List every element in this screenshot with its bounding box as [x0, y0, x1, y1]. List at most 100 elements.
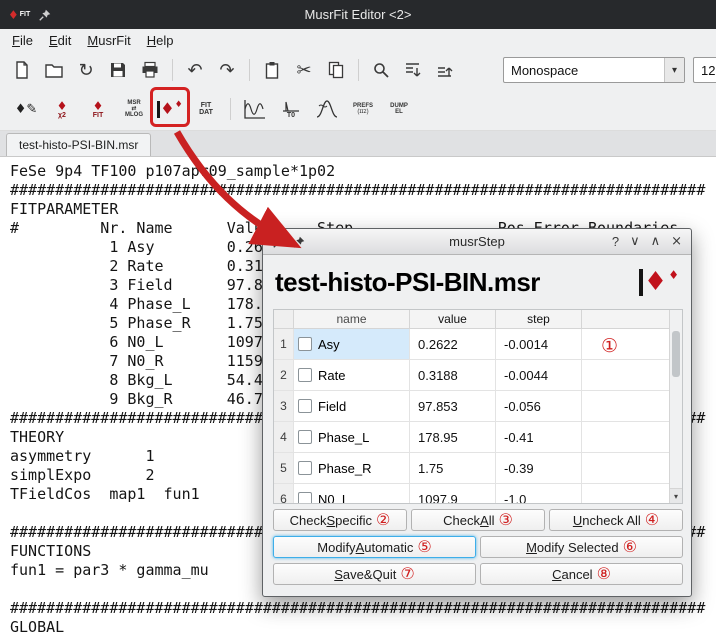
- row-number[interactable]: 5: [274, 453, 294, 484]
- cell-name[interactable]: Field: [294, 391, 410, 422]
- fit-dat-icon[interactable]: FIT DAT: [190, 92, 222, 126]
- row-number[interactable]: 3: [274, 391, 294, 422]
- cut-icon[interactable]: ✂: [290, 56, 318, 84]
- cell-value[interactable]: 97.853: [410, 391, 496, 422]
- param-name: Phase_R: [318, 461, 371, 476]
- redo-icon[interactable]: ↷: [213, 56, 241, 84]
- cell-value[interactable]: 1.75: [410, 453, 496, 484]
- checkbox[interactable]: [298, 399, 312, 413]
- search-icon[interactable]: [367, 56, 395, 84]
- new-file-icon[interactable]: [8, 56, 36, 84]
- cell-name[interactable]: N0_L: [294, 484, 410, 504]
- row-number[interactable]: 6: [274, 484, 294, 504]
- msr-mlog-swap-icon[interactable]: MSR ⇄ MLOG: [118, 92, 150, 126]
- dialog-pin-icon[interactable]: [272, 235, 286, 249]
- col-header-step[interactable]: step: [496, 310, 582, 328]
- cell-value[interactable]: 178.95: [410, 422, 496, 453]
- font-size-value: 12: [694, 63, 716, 78]
- cell-name[interactable]: Rate: [294, 360, 410, 391]
- musrview-icon[interactable]: [239, 92, 271, 126]
- save-icon[interactable]: [104, 56, 132, 84]
- help-icon[interactable]: ?: [612, 234, 619, 249]
- col-header-name[interactable]: name: [294, 310, 410, 328]
- musrstep-icon[interactable]: ♦♦: [154, 92, 186, 126]
- musrstep-logo-icon: ♦ ♦: [639, 269, 679, 296]
- musrprefs-icon[interactable]: PREFS (ɪɪz): [347, 92, 379, 126]
- pin-icon[interactable]: [38, 8, 52, 22]
- find-prev-icon[interactable]: [431, 56, 459, 84]
- chevron-down-icon[interactable]: ▾: [664, 58, 684, 82]
- uncheck-all-button[interactable]: Uncheck All ④: [549, 509, 683, 531]
- modify-selected-button[interactable]: Modify Selected ⑥: [480, 536, 683, 558]
- chisquare-icon[interactable]: ♦ χ2: [46, 92, 78, 126]
- col-header-value[interactable]: value: [410, 310, 496, 328]
- cell-step[interactable]: -0.0044: [496, 360, 582, 391]
- param-name: Phase_L: [318, 430, 369, 445]
- cell-step[interactable]: -0.41: [496, 422, 582, 453]
- checkbox[interactable]: [298, 430, 312, 444]
- annotation-4: ④: [645, 512, 659, 528]
- menu-edit[interactable]: Edit: [41, 30, 79, 51]
- musrfit-app-icon: ♦ FIT: [8, 8, 30, 22]
- font-size-stepper[interactable]: 12 ▴ ▾: [693, 57, 716, 83]
- col-header-empty: [582, 310, 682, 328]
- tab-msr-file[interactable]: test-histo-PSI-BIN.msr: [6, 133, 151, 156]
- cell-step[interactable]: -0.39: [496, 453, 582, 484]
- cell-name[interactable]: Asy: [294, 329, 410, 360]
- cell-step[interactable]: -0.056: [496, 391, 582, 422]
- titlebar: ♦ FIT MusrFit Editor <2>: [0, 0, 716, 29]
- table-row: 1 Asy 0.2622 -0.0014: [274, 329, 682, 360]
- t0-icon[interactable]: T0: [275, 92, 307, 126]
- annotation-2: ②: [376, 512, 390, 528]
- cell-value[interactable]: 0.2622: [410, 329, 496, 360]
- close-icon[interactable]: ×: [671, 234, 682, 249]
- row-number[interactable]: 4: [274, 422, 294, 453]
- save-quit-button[interactable]: Save&Quit ⑦: [273, 563, 476, 585]
- row-number[interactable]: 1: [274, 329, 294, 360]
- copy-icon[interactable]: [322, 56, 350, 84]
- musrwiz-icon[interactable]: ♦✎: [10, 92, 42, 126]
- checkbox[interactable]: [298, 368, 312, 382]
- cancel-button[interactable]: Cancel ⑧: [480, 563, 683, 585]
- font-family-select[interactable]: Monospace ▾: [503, 57, 685, 83]
- scrollbar-thumb[interactable]: [672, 331, 680, 377]
- cell-step[interactable]: -1.0: [496, 484, 582, 504]
- cell-name[interactable]: Phase_R: [294, 453, 410, 484]
- menu-file[interactable]: File: [4, 30, 41, 51]
- cell-value[interactable]: 1097.9: [410, 484, 496, 504]
- cell-step[interactable]: -0.0014: [496, 329, 582, 360]
- menu-musrfit[interactable]: MusrFit: [79, 30, 138, 51]
- open-file-icon[interactable]: [40, 56, 68, 84]
- menu-help[interactable]: Help: [139, 30, 182, 51]
- print-icon[interactable]: [136, 56, 164, 84]
- cell-value[interactable]: 0.3188: [410, 360, 496, 391]
- editor-line: FeSe 9p4 TF100 p107apr09_sample*1p02: [10, 162, 716, 181]
- musrfit-run-icon[interactable]: ♦ FIT: [82, 92, 114, 126]
- check-all-button[interactable]: Check All ③: [411, 509, 545, 531]
- separator: [172, 59, 173, 81]
- fourier-icon[interactable]: [311, 92, 343, 126]
- checkbox[interactable]: [298, 337, 312, 351]
- menubar: File Edit MusrFit Help: [0, 29, 716, 52]
- scrollbar-down-icon[interactable]: ▾: [670, 488, 682, 503]
- dialog-pin-icon-2[interactable]: [292, 235, 306, 249]
- reload-icon[interactable]: ↻: [72, 56, 100, 84]
- checkbox[interactable]: [298, 492, 312, 504]
- find-next-icon[interactable]: [399, 56, 427, 84]
- col-header-num: [274, 310, 294, 328]
- table-scrollbar[interactable]: ▾: [669, 310, 682, 503]
- row-number[interactable]: 2: [274, 360, 294, 391]
- param-name: N0_L: [318, 492, 349, 505]
- table-row: 6 N0_L 1097.9 -1.0: [274, 484, 682, 504]
- modify-automatic-button[interactable]: Modify Automatic ⑤: [273, 536, 476, 558]
- shade-icon[interactable]: ∨: [630, 234, 640, 249]
- unshade-icon[interactable]: ∧: [651, 234, 661, 249]
- musrstep-dialog: musrStep ? ∨ ∧ × test-histo-PSI-BIN.msr …: [262, 228, 692, 597]
- undo-icon[interactable]: ↶: [181, 56, 209, 84]
- paste-icon[interactable]: [258, 56, 286, 84]
- musrfit-toolbar: ♦✎ ♦ χ2 ♦ FIT MSR ⇄ MLOG ♦♦ FIT DAT T0: [0, 88, 716, 131]
- checkbox[interactable]: [298, 461, 312, 475]
- cell-name[interactable]: Phase_L: [294, 422, 410, 453]
- check-specific-button[interactable]: Check Specific ②: [273, 509, 407, 531]
- dump-icon[interactable]: DUMP EL: [383, 92, 415, 126]
